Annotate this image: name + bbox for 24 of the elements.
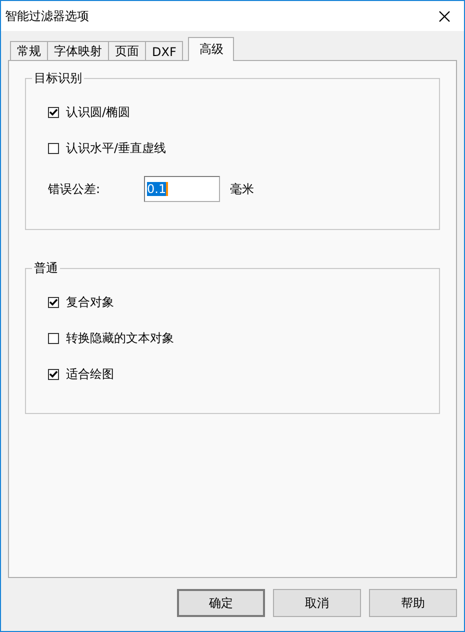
input-field[interactable]: 0.1 bbox=[144, 176, 220, 202]
tab[interactable]: 常规 bbox=[10, 41, 48, 61]
group-title: 普通 bbox=[32, 260, 60, 277]
checkbox-label[interactable]: 认识圆/椭圆 bbox=[66, 104, 130, 120]
checkbox-label[interactable]: 认识水平/垂直虚线 bbox=[66, 140, 166, 156]
dialog-button[interactable]: 帮助 bbox=[369, 589, 457, 617]
checkbox[interactable] bbox=[48, 142, 59, 154]
dialog-button[interactable]: 确定 bbox=[177, 589, 265, 617]
checkbox[interactable] bbox=[48, 296, 59, 308]
checkbox-label[interactable]: 适合绘图 bbox=[66, 366, 114, 382]
dialog-button[interactable]: 取消 bbox=[273, 589, 361, 617]
selected-text: 0.1 bbox=[147, 182, 168, 196]
checkbox-label[interactable]: 复合对象 bbox=[66, 294, 114, 310]
tab[interactable]: 高级 bbox=[188, 37, 234, 61]
checkbox-label[interactable]: 转换隐藏的文本对象 bbox=[66, 330, 174, 346]
field-label: 错误公差: bbox=[48, 180, 102, 198]
unit-label: 毫米 bbox=[230, 180, 254, 198]
checkbox[interactable] bbox=[48, 368, 59, 380]
group-title: 目标识别 bbox=[32, 70, 84, 87]
window-title: 智能过滤器选项 bbox=[5, 8, 89, 24]
checkbox[interactable] bbox=[48, 106, 59, 118]
checkbox[interactable] bbox=[48, 332, 59, 344]
tab[interactable]: DXF bbox=[145, 41, 184, 61]
close-icon[interactable] bbox=[439, 10, 450, 22]
